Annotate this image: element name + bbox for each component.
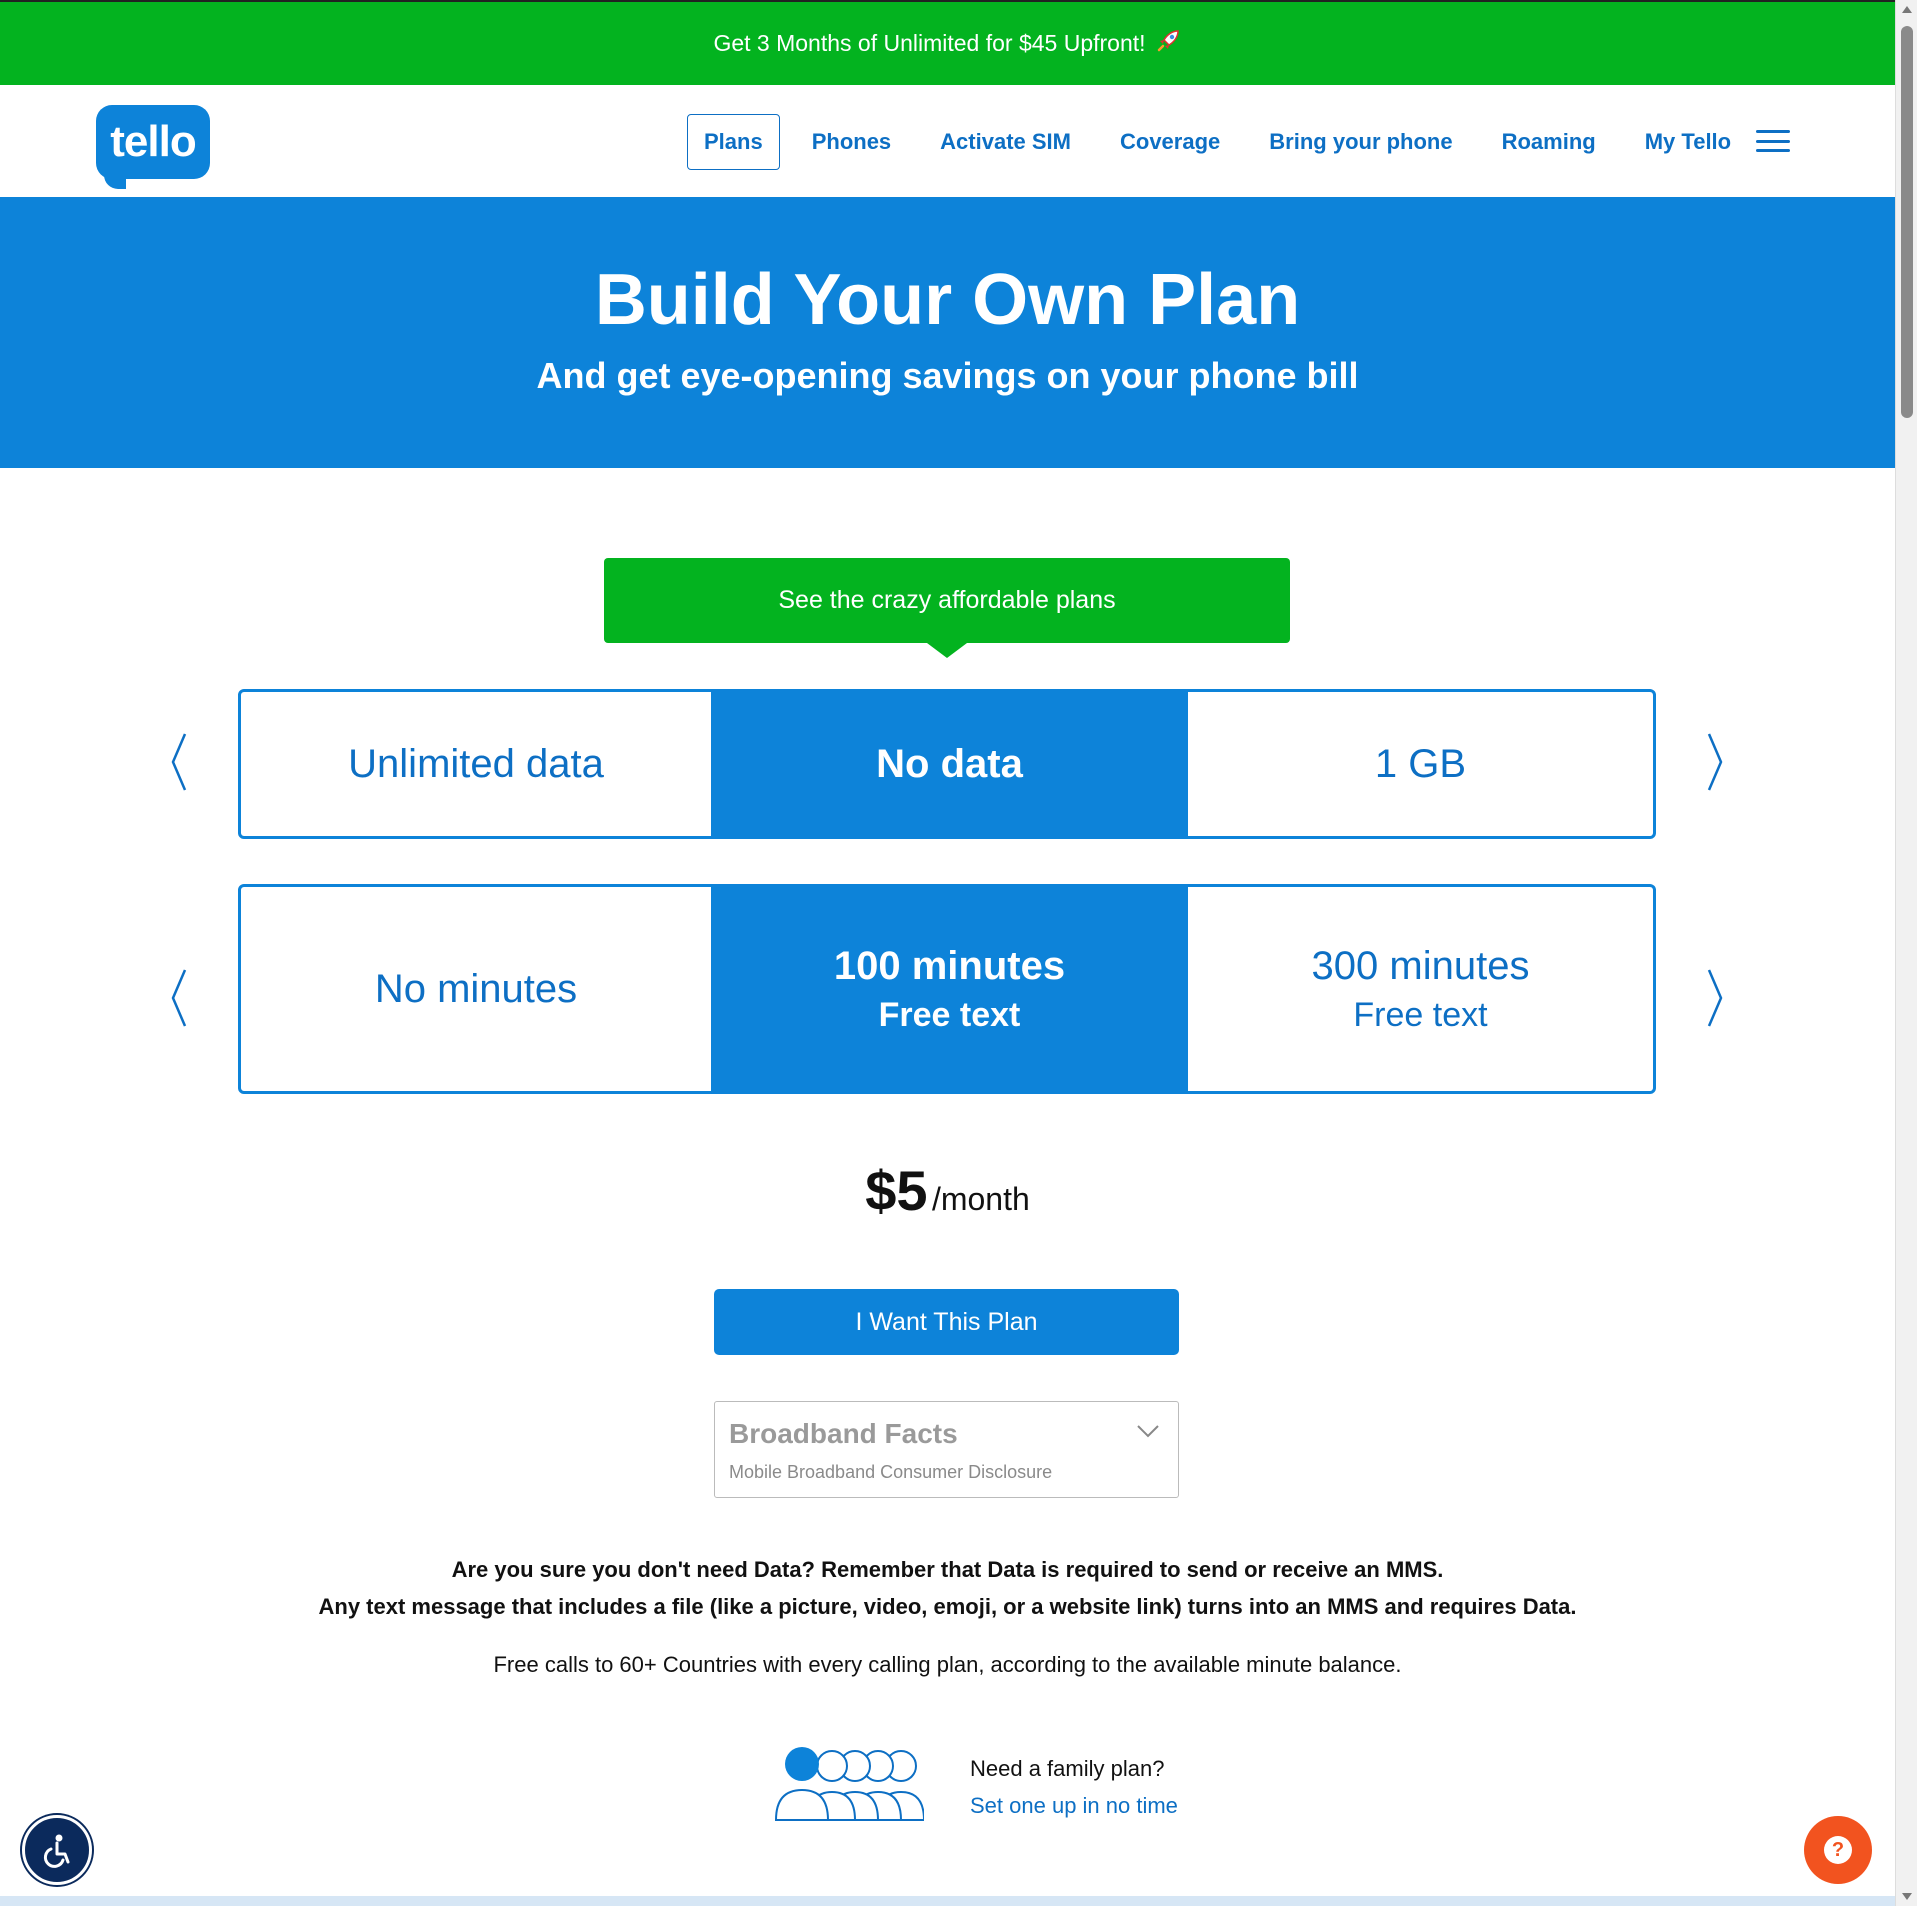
minutes-option-300[interactable]: 300 minutes Free text [1188,887,1653,1091]
option-line2: Free text [878,996,1021,1035]
page-scrollbar[interactable] [1895,0,1917,1906]
tello-logo[interactable]: tello [96,105,210,189]
broadband-title: Broadband Facts [729,1418,958,1449]
warning-line-2: Any text message that includes a file (l… [318,1594,1577,1619]
main-nav: Plans Phones Activate SIM Coverage Bring… [687,114,1763,170]
help-chat-icon[interactable]: ? [1804,1816,1872,1884]
see-plans-button[interactable]: See the crazy affordable plans [604,558,1290,658]
family-setup-link[interactable]: Set one up in no time [970,1787,1178,1824]
family-group-icon [774,1746,926,1827]
minutes-prev-arrow-icon[interactable] [164,968,194,1028]
option-label: No data [876,742,1023,786]
nav-phones[interactable]: Phones [795,114,908,170]
data-option-none[interactable]: No data [711,692,1188,836]
broadband-subtitle: Mobile Broadband Consumer Disclosure [729,1462,1053,1482]
page-subtitle: And get eye-opening savings on your phon… [536,355,1359,396]
page-title: Build Your Own Plan [594,260,1301,340]
hamburger-menu-icon[interactable] [1756,130,1790,152]
nav-activate-sim[interactable]: Activate SIM [923,114,1088,170]
nav-plans[interactable]: Plans [687,114,780,170]
minutes-next-arrow-icon[interactable] [1700,968,1730,1028]
data-option-unlimited[interactable]: Unlimited data [241,692,711,836]
site-header: tello Plans Phones Activate SIM Coverage… [0,85,1895,197]
option-line1: 100 minutes [833,944,1066,989]
nav-coverage[interactable]: Coverage [1103,114,1237,170]
minutes-options-carousel: No minutes 100 minutes Free text 300 min… [238,884,1656,1094]
scroll-down-icon[interactable] [1902,1893,1912,1900]
chevron-down-icon [1136,1424,1160,1443]
family-plan-block: Need a family plan? Set one up in no tim… [970,1750,1178,1824]
option-label: Unlimited data [348,742,604,786]
data-warning: Are you sure you don't need Data? Rememb… [0,1551,1895,1625]
family-question: Need a family plan? [970,1756,1165,1781]
data-next-arrow-icon[interactable] [1700,732,1730,792]
logo-text: tello [110,117,196,166]
hero-section: Build Your Own Plan And get eye-opening … [0,197,1895,468]
broadband-facts-dropdown[interactable]: Broadband Facts Mobile Broadband Consume… [714,1401,1179,1498]
option-line1: No minutes [374,967,578,1011]
option-line2: Free text [1353,996,1488,1035]
option-label: 1 GB [1374,742,1467,786]
nav-my-tello[interactable]: My Tello [1628,114,1748,170]
data-options-carousel: Unlimited data No data 1 GB [238,689,1656,839]
data-prev-arrow-icon[interactable] [164,732,194,792]
promo-text: Get 3 Months of Unlimited for $45 Upfron… [713,30,1146,56]
minutes-option-none[interactable]: No minutes [241,887,711,1091]
rocket-icon [1156,27,1182,60]
accessibility-icon[interactable] [22,1815,92,1885]
help-glyph: ? [1824,1836,1852,1864]
want-plan-button[interactable]: I Want This Plan [714,1289,1179,1355]
option-line1: 300 minutes [1311,944,1530,989]
nav-bring-your-phone[interactable]: Bring your phone [1252,114,1469,170]
scroll-thumb[interactable] [1901,26,1913,418]
warning-line-1: Are you sure you don't need Data? Rememb… [451,1557,1444,1582]
price-amount: $5 [865,1159,928,1222]
minutes-option-100[interactable]: 100 minutes Free text [711,887,1188,1091]
promo-banner[interactable]: Get 3 Months of Unlimited for $45 Upfron… [0,0,1895,85]
scroll-up-icon[interactable] [1902,6,1912,13]
price-period: /month [931,1181,1030,1217]
nav-roaming[interactable]: Roaming [1485,114,1613,170]
footer-edge [0,1896,1895,1906]
free-calls-note: Free calls to 60+ Countries with every c… [493,1652,1402,1677]
plan-price: $5 /month [0,1158,1895,1223]
data-option-1gb[interactable]: 1 GB [1188,692,1653,836]
